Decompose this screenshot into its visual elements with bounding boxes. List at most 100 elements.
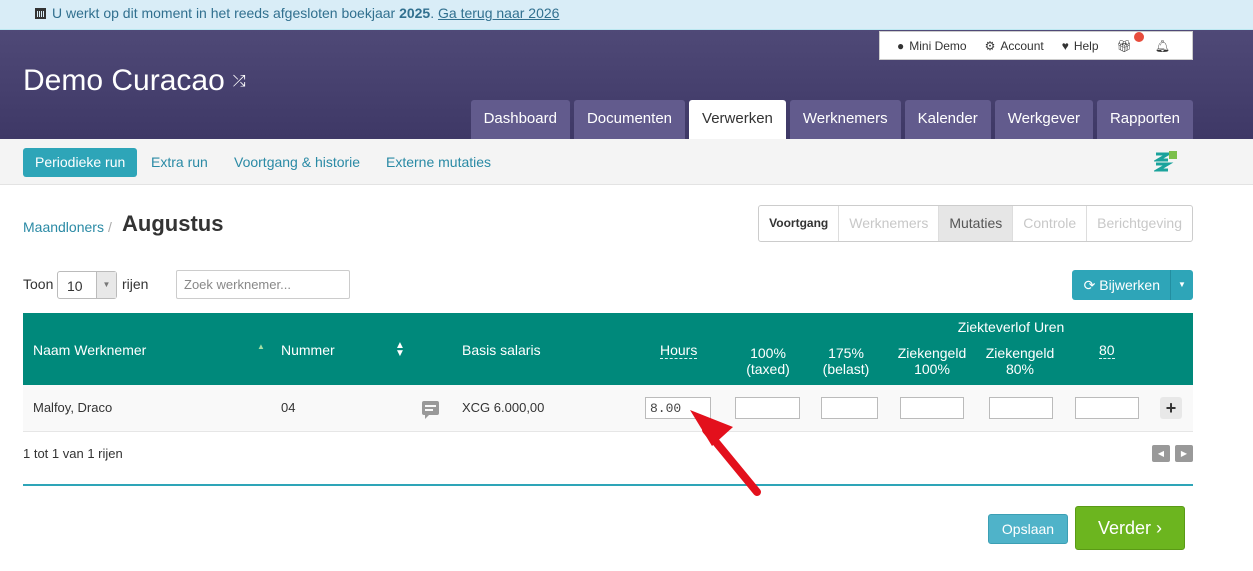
col-sick-80: Ziekengeld 80% <box>981 345 1059 377</box>
gift-icon: 🎁︎ <box>1116 38 1132 53</box>
col-175-line1: 175% <box>828 345 864 361</box>
process-steps: Voortgang Werknemers Mutaties Controle B… <box>758 205 1193 242</box>
employee-name[interactable]: Malfoy, Draco <box>33 400 112 415</box>
group-sick-leave-hours: Ziekteverlof Uren <box>957 319 1065 335</box>
notice-year: 2025 <box>399 5 431 21</box>
table-row: Malfoy, Draco 04 XCG 6.000,00 + <box>23 385 1193 432</box>
prev-page-button[interactable]: ◀ <box>1152 445 1170 462</box>
heart-icon: ♥ <box>1061 38 1069 53</box>
breadcrumb-separator: / <box>107 219 112 235</box>
closed-year-notice: U werkt op dit moment in het reeds afges… <box>0 0 1253 30</box>
col-80-label: 80 <box>1099 342 1115 359</box>
col-sick-80-line1: Ziekengeld <box>985 345 1055 361</box>
subnav-extra-run[interactable]: Extra run <box>151 148 208 177</box>
update-button-group: ⟳ Bijwerken ▼ <box>1071 270 1193 300</box>
step-voortgang[interactable]: Voortgang <box>759 206 840 241</box>
col-sick-100: Ziekengeld 100% <box>893 345 971 377</box>
breadcrumb: Maandloners / <box>23 219 116 235</box>
base-salary: XCG 6.000,00 <box>462 400 545 415</box>
page-size-value: 10 <box>67 278 83 294</box>
show-label: Toon <box>23 276 54 292</box>
tab-dashboard[interactable]: Dashboard <box>470 100 570 139</box>
hours-input[interactable] <box>645 397 711 419</box>
notice-text: U werkt op dit moment in het reeds afges… <box>52 5 396 21</box>
next-page-button[interactable]: ▶ <box>1175 445 1193 462</box>
plus-icon: + <box>1165 398 1177 418</box>
step-controle[interactable]: Controle <box>1013 206 1088 241</box>
col-hours: Hours <box>660 342 698 359</box>
col-100-line1: 100% <box>750 345 786 361</box>
chevron-down-icon: ▼ <box>96 272 116 298</box>
calendar-icon <box>35 8 46 19</box>
sort-asc-icon[interactable]: ▲ <box>257 342 265 351</box>
col-175-belast: 175% (belast) <box>815 345 877 377</box>
user-menu[interactable]: ● Mini Demo <box>897 39 967 53</box>
section-divider <box>23 484 1193 486</box>
back-to-year-link[interactable]: Ga terug naar 2026 <box>438 5 559 21</box>
step-werknemers[interactable]: Werknemers <box>839 206 940 241</box>
gear-icon: ⚙ <box>984 38 996 53</box>
chevron-right-icon: ▶ <box>1180 449 1188 458</box>
sick-80-input[interactable] <box>989 397 1053 419</box>
shuffle-icon[interactable]: ⤮ <box>233 73 246 90</box>
company-name: Demo Curacao ⤮ <box>23 64 246 98</box>
update-label: Bijwerken <box>1099 277 1160 293</box>
chevron-right-icon: › <box>1156 518 1163 538</box>
col-100-line2: (taxed) <box>746 361 790 377</box>
main-tabs: Dashboard Documenten Verwerken Werknemer… <box>467 100 1193 139</box>
tab-werkgever[interactable]: Werkgever <box>994 100 1093 139</box>
hours-175-input[interactable] <box>821 397 878 419</box>
sub-navigation: Periodieke run Extra run Voortgang & his… <box>0 139 1253 185</box>
col-sick-80-line2: 80% <box>1005 361 1035 377</box>
col-sick-100-line1: Ziekengeld <box>897 345 967 361</box>
col-80: 80 <box>1099 342 1115 359</box>
hours-100-input[interactable] <box>735 397 800 419</box>
chevron-down-icon: ▼ <box>1178 280 1186 289</box>
tab-rapporten[interactable]: Rapporten <box>1096 100 1193 139</box>
notification-dot <box>1133 31 1144 42</box>
pagination-info: 1 tot 1 van 1 rijen <box>23 446 123 461</box>
subnav-periodieke-run[interactable]: Periodieke run <box>23 148 138 177</box>
next-button[interactable]: Verder › <box>1075 506 1185 550</box>
user-icon: ● <box>896 38 905 53</box>
company-name-text: Demo Curacao <box>23 64 225 97</box>
col-base-salary: Basis salaris <box>462 342 541 358</box>
rows-label: rijen <box>122 276 149 292</box>
notifications-button[interactable]: 🔔︎ <box>1155 39 1175 53</box>
tab-documenten[interactable]: Documenten <box>573 100 686 139</box>
subnav-voortgang-historie[interactable]: Voortgang & historie <box>234 148 360 177</box>
page-size-select[interactable]: 10 ▼ <box>57 271 117 299</box>
integration-logo-icon[interactable] <box>1154 150 1178 172</box>
help-label: Help <box>1073 38 1099 53</box>
chevron-left-icon: ◀ <box>1157 449 1165 458</box>
table-header: Naam Werknemer ▲ Nummer ▲ ▼ Basis salaris… <box>23 313 1193 385</box>
col-number[interactable]: Nummer <box>281 342 335 358</box>
tab-werknemers[interactable]: Werknemers <box>789 100 901 139</box>
c80-input[interactable] <box>1075 397 1139 419</box>
add-row-button[interactable]: + <box>1160 397 1182 419</box>
step-mutaties[interactable]: Mutaties <box>939 206 1014 241</box>
user-name: Mini Demo <box>909 38 967 53</box>
breadcrumb-parent[interactable]: Maandloners <box>23 219 104 235</box>
subnav-externe-mutaties[interactable]: Externe mutaties <box>386 148 491 177</box>
tab-verwerken[interactable]: Verwerken <box>689 100 786 139</box>
employee-search-input[interactable] <box>176 270 350 299</box>
comment-icon[interactable] <box>422 401 439 419</box>
sort-icon[interactable]: ▲ ▼ <box>395 341 405 359</box>
step-berichtgeving[interactable]: Berichtgeving <box>1087 206 1192 241</box>
next-label: Verder <box>1097 518 1152 538</box>
refresh-icon: ⟳ <box>1083 277 1096 293</box>
account-menu[interactable]: ⚙ Account <box>985 39 1044 53</box>
update-button[interactable]: ⟳ Bijwerken <box>1071 270 1170 300</box>
employee-number: 04 <box>281 400 296 415</box>
sick-100-input[interactable] <box>900 397 964 419</box>
gift-button[interactable]: 🎁︎ <box>1116 31 1144 53</box>
save-button[interactable]: Opslaan <box>988 514 1068 544</box>
col-100-taxed: 100% (taxed) <box>735 345 801 377</box>
tab-kalender[interactable]: Kalender <box>904 100 991 139</box>
col-name[interactable]: Naam Werknemer <box>33 342 146 358</box>
help-menu[interactable]: ♥ Help <box>1062 39 1099 53</box>
update-dropdown-toggle[interactable]: ▼ <box>1170 270 1193 300</box>
col-sick-100-line2: 100% <box>914 361 950 377</box>
app-header: Demo Curacao ⤮ ● Mini Demo ⚙ Account ♥ He… <box>0 30 1253 139</box>
